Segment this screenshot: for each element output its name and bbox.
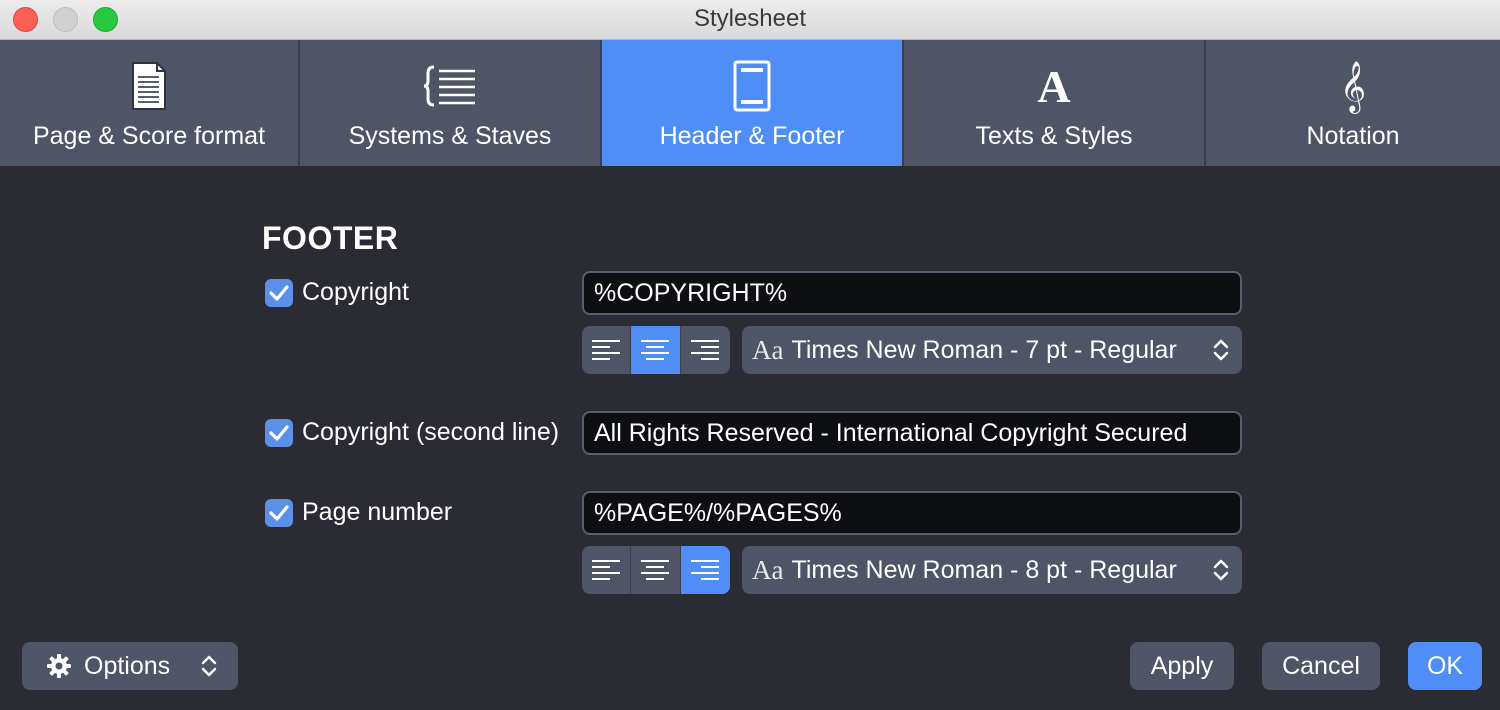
tab-label: Notation (1306, 122, 1400, 150)
tab-header-footer[interactable]: Header & Footer (602, 40, 904, 166)
page-number-checkbox-row[interactable]: Page number (265, 498, 452, 527)
align-center-button[interactable] (631, 326, 681, 374)
font-prefix-icon: Aa (752, 554, 784, 585)
tab-label: Header & Footer (659, 122, 845, 150)
align-left-icon (592, 560, 621, 580)
align-center-icon (641, 340, 670, 360)
copyright-second-label: Copyright (second line) (302, 418, 560, 446)
align-left-button[interactable] (582, 546, 632, 594)
checkmark-icon (269, 504, 289, 521)
align-right-icon (691, 560, 720, 580)
copyright-second-checkbox-row[interactable]: Copyright (second line) (265, 418, 559, 447)
copyright-text-field[interactable]: %COPYRIGHT% (582, 271, 1242, 315)
systems-staves-icon (420, 60, 480, 112)
options-popup-button[interactable]: Options (22, 642, 238, 690)
ok-button[interactable]: OK (1408, 642, 1482, 690)
tab-bar: Page & Score format Systems & Staves Hea… (0, 40, 1500, 166)
apply-button[interactable]: Apply (1130, 642, 1234, 690)
cancel-button[interactable]: Cancel (1262, 642, 1380, 690)
copyright-checkbox-row[interactable]: Copyright (265, 278, 409, 307)
align-right-icon (691, 340, 720, 360)
tab-notation[interactable]: 𝄞 Notation (1206, 40, 1500, 166)
tab-texts-styles[interactable]: A Texts & Styles (904, 40, 1206, 166)
align-center-button[interactable] (631, 546, 681, 594)
font-select-value: Times New Roman - 7 pt - Regular (791, 335, 1177, 364)
page-format-icon (119, 60, 179, 112)
page-number-text-field[interactable]: %PAGE%/%PAGES% (582, 491, 1242, 535)
header-footer-icon (722, 60, 782, 112)
align-left-icon (592, 340, 621, 360)
font-prefix-icon: Aa (752, 334, 784, 365)
section-title: FOOTER (262, 220, 399, 256)
page-number-label: Page number (302, 498, 453, 526)
checkmark-icon (269, 284, 289, 301)
copyright-label: Copyright (302, 278, 409, 306)
align-left-button[interactable] (582, 326, 632, 374)
tab-label: Systems & Staves (348, 122, 552, 150)
copyright-second-checkbox[interactable] (265, 418, 293, 447)
copyright-font-select[interactable]: Aa Times New Roman - 7 pt - Regular (742, 326, 1242, 374)
page-number-alignment-control (582, 546, 730, 594)
copyright-alignment-control (582, 326, 730, 374)
tab-systems-staves[interactable]: Systems & Staves (300, 40, 602, 166)
gear-icon (47, 654, 71, 678)
window-title: Stylesheet (693, 5, 807, 32)
checkmark-icon (269, 424, 289, 441)
page-number-font-select[interactable]: Aa Times New Roman - 8 pt - Regular (742, 546, 1242, 594)
treble-clef-icon: 𝄞 (1339, 60, 1366, 112)
copyright-checkbox[interactable] (265, 278, 293, 307)
options-label: Options (84, 651, 171, 680)
font-select-value: Times New Roman - 8 pt - Regular (791, 555, 1177, 584)
align-right-button[interactable] (680, 546, 730, 594)
page-number-checkbox[interactable] (265, 498, 293, 527)
tab-page-score-format[interactable]: Page & Score format (0, 40, 300, 166)
updown-chevron-icon (1213, 559, 1229, 581)
copyright-second-text-field[interactable]: All Rights Reserved - International Copy… (582, 411, 1242, 455)
tab-label: Texts & Styles (975, 122, 1133, 150)
texts-styles-icon: A (1037, 60, 1071, 112)
stylesheet-window: Stylesheet Page & Score format Systems &… (0, 0, 1500, 710)
align-center-icon (641, 560, 670, 580)
align-right-button[interactable] (681, 326, 730, 374)
tab-label: Page & Score format (32, 122, 266, 150)
updown-chevron-icon (201, 655, 217, 677)
updown-chevron-icon (1213, 339, 1229, 361)
title-bar: Stylesheet (0, 0, 1500, 40)
